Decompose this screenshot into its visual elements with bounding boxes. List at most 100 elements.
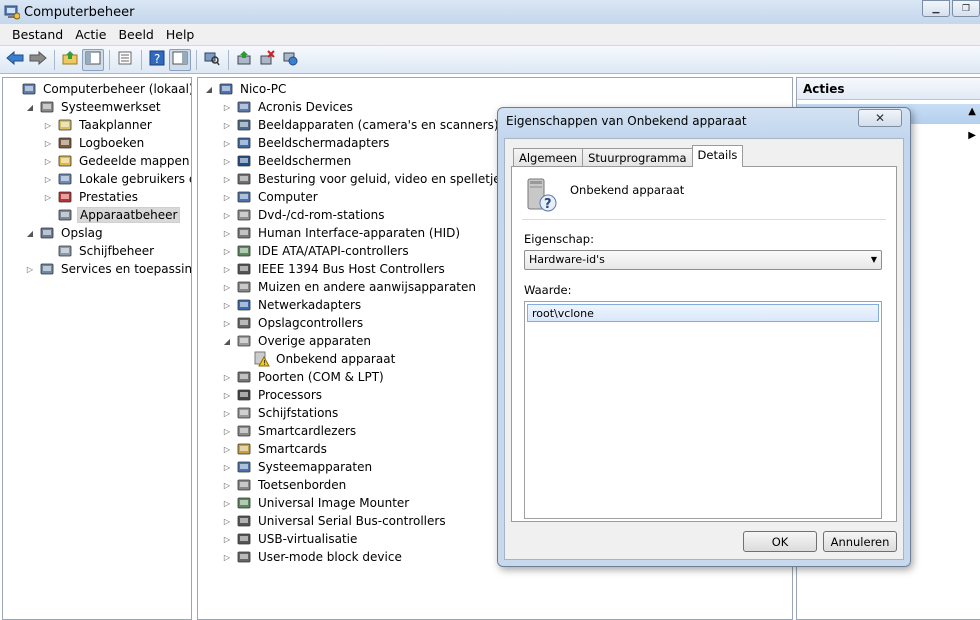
device-tree-item[interactable]: ▷ Human Interface-apparaten (HID) <box>222 224 462 242</box>
console-tree-item[interactable]: Schijfbeheer <box>43 242 156 260</box>
tab-stuurprogramma[interactable]: Stuurprogramma <box>582 148 693 167</box>
tab-algemeen[interactable]: Algemeen <box>513 148 584 167</box>
device-tree-item[interactable]: ▷ Besturing voor geluid, video en spellet… <box>222 170 509 188</box>
device-tree-item[interactable]: ▷ Smartcardlezers <box>222 422 358 440</box>
device-tree-item[interactable]: ▷ Smartcards <box>222 440 329 458</box>
console-tree-item[interactable]: ▷ Taakplanner <box>43 116 154 134</box>
expanded-arrow-icon[interactable]: ◢ <box>204 84 214 94</box>
menu-actie[interactable]: Actie <box>69 27 112 42</box>
back-button[interactable] <box>4 49 26 71</box>
device-tree-item[interactable]: ▷ Systeemapparaten <box>222 458 374 476</box>
device-tree-item[interactable]: ▷ IEEE 1394 Bus Host Controllers <box>222 260 447 278</box>
device-tree-item[interactable]: ▷ Dvd-/cd-rom-stations <box>222 206 386 224</box>
cancel-button[interactable]: Annuleren <box>823 531 897 552</box>
collapsed-arrow-icon[interactable]: ▷ <box>43 156 53 166</box>
device-tree-item[interactable]: ▷ USB-virtualisatie <box>222 530 359 548</box>
maximize-button[interactable]: ❐ <box>952 0 980 17</box>
device-tree-item[interactable]: ▷ Beeldapparaten (camera's en scanners) <box>222 116 501 134</box>
device-tree-item[interactable]: ▷ Universal Image Mounter <box>222 494 411 512</box>
collapsed-arrow-icon[interactable]: ▷ <box>222 480 232 490</box>
collapsed-arrow-icon[interactable]: ▷ <box>222 300 232 310</box>
collapsed-arrow-icon[interactable]: ▷ <box>222 408 232 418</box>
console-tree-item[interactable]: Apparaatbeheer <box>43 206 181 224</box>
collapsed-arrow-icon[interactable]: ▷ <box>222 138 232 148</box>
collapsed-arrow-icon[interactable]: ▷ <box>222 228 232 238</box>
collapsed-arrow-icon[interactable]: ▷ <box>222 192 232 202</box>
device-tree-item[interactable]: ▷ Processors <box>222 386 324 404</box>
collapsed-arrow-icon[interactable]: ▷ <box>222 390 232 400</box>
collapsed-arrow-icon[interactable]: ▷ <box>222 444 232 454</box>
device-tree-item[interactable]: ◢ Nico-PC <box>204 80 288 98</box>
device-tree-item[interactable]: ▷ Muizen en andere aanwijsapparaten <box>222 278 478 296</box>
collapsed-arrow-icon[interactable]: ▷ <box>222 282 232 292</box>
console-tree-item[interactable]: ▷ Logboeken <box>43 134 146 152</box>
device-tree-item[interactable]: ▷ Poorten (COM & LPT) <box>222 368 386 386</box>
device-tree-item[interactable]: ▷ Beeldschermadapters <box>222 134 391 152</box>
dialog-close-button[interactable]: ✕ <box>858 109 902 127</box>
console-tree-item[interactable]: ▷ Services en toepassingen <box>25 260 191 278</box>
collapsed-arrow-icon[interactable]: ▷ <box>222 264 232 274</box>
enable-device-button[interactable] <box>279 49 301 71</box>
collapsed-arrow-icon[interactable]: ▷ <box>222 462 232 472</box>
collapsed-arrow-icon[interactable]: ▷ <box>43 138 53 148</box>
collapsed-arrow-icon[interactable]: ▷ <box>222 534 232 544</box>
collapsed-arrow-icon[interactable]: ▷ <box>222 426 232 436</box>
device-tree-item[interactable]: ▷ Netwerkadapters <box>222 296 363 314</box>
expanded-arrow-icon[interactable]: ◢ <box>222 336 232 346</box>
forward-button[interactable] <box>27 49 49 71</box>
update-driver-button[interactable] <box>233 49 255 71</box>
device-tree-item[interactable]: ▷ Opslagcontrollers <box>222 314 365 332</box>
collapsed-arrow-icon[interactable]: ▷ <box>222 156 232 166</box>
device-tree-item[interactable]: ▷ Computer <box>222 188 320 206</box>
tab-details[interactable]: Details <box>691 145 744 167</box>
collapsed-arrow-icon[interactable]: ▷ <box>222 372 232 382</box>
collapsed-arrow-icon[interactable]: ▷ <box>222 246 232 256</box>
export-list-button[interactable] <box>114 49 136 71</box>
device-tree-item[interactable]: ▷ Schijfstations <box>222 404 340 422</box>
device-tree-item[interactable]: ▷ User-mode block device <box>222 548 404 566</box>
device-tree-item[interactable]: ▷ IDE ATA/ATAPI-controllers <box>222 242 411 260</box>
console-tree-item[interactable]: ▷ Gedeelde mappen <box>43 152 191 170</box>
device-tree-item[interactable]: ◢ Overige apparaten <box>222 332 373 350</box>
collapsed-arrow-icon[interactable]: ▷ <box>222 516 232 526</box>
collapsed-arrow-icon[interactable]: ▷ <box>222 210 232 220</box>
device-tree-item[interactable]: ▷ Beeldschermen <box>222 152 353 170</box>
property-dropdown[interactable]: Hardware-id's ▼ <box>524 250 882 270</box>
collapsed-arrow-icon[interactable]: ▷ <box>43 120 53 130</box>
collapsed-arrow-icon[interactable]: ▷ <box>222 552 232 562</box>
uninstall-device-button[interactable] <box>256 49 278 71</box>
expanded-arrow-icon[interactable]: ◢ <box>25 228 35 238</box>
up-level-button[interactable] <box>59 49 81 71</box>
collapsed-arrow-icon[interactable]: ▷ <box>25 264 35 274</box>
expanded-arrow-icon[interactable]: ◢ <box>25 102 35 112</box>
collapse-up-icon[interactable]: ▲ <box>968 106 976 117</box>
show-console-tree-button[interactable] <box>82 48 104 71</box>
collapsed-arrow-icon[interactable]: ▷ <box>222 318 232 328</box>
device-tree-item[interactable]: ▷ Toetsenborden <box>222 476 348 494</box>
collapsed-arrow-icon[interactable]: ▷ <box>222 102 232 112</box>
minimize-button[interactable]: ▁ <box>922 0 950 17</box>
help-button[interactable]: ? <box>146 49 168 71</box>
ok-button[interactable]: OK <box>743 531 817 552</box>
menu-bestand[interactable]: Bestand <box>6 27 69 42</box>
collapsed-arrow-icon[interactable]: ▷ <box>43 192 53 202</box>
collapsed-arrow-icon[interactable]: ▷ <box>43 174 53 184</box>
menu-beeld[interactable]: Beeld <box>112 27 159 42</box>
value-list[interactable]: root\vclone <box>524 301 882 519</box>
show-action-pane-button[interactable] <box>169 48 191 71</box>
collapsed-arrow-icon[interactable]: ▷ <box>222 174 232 184</box>
collapsed-arrow-icon[interactable]: ▷ <box>222 498 232 508</box>
console-tree-item[interactable]: Computerbeheer (lokaal) <box>7 80 191 98</box>
menu-help[interactable]: Help <box>160 27 201 42</box>
console-tree-item[interactable]: ◢ Opslag <box>25 224 105 242</box>
console-tree-item[interactable]: ▷ Prestaties <box>43 188 140 206</box>
device-tree-item[interactable]: ▷ Acronis Devices <box>222 98 355 116</box>
console-tree-item[interactable]: ◢ Systeemwerkset <box>25 98 163 116</box>
more-actions-arrow-icon[interactable]: ▶ <box>968 130 976 141</box>
value-list-item[interactable]: root\vclone <box>527 304 879 322</box>
scan-hardware-button[interactable] <box>201 49 223 71</box>
device-tree-item[interactable]: ▷ Universal Serial Bus-controllers <box>222 512 448 530</box>
collapsed-arrow-icon[interactable]: ▷ <box>222 120 232 130</box>
device-tree-item[interactable]: ! Onbekend apparaat <box>240 350 397 368</box>
console-tree-item[interactable]: ▷ Lokale gebruikers en gr <box>43 170 191 188</box>
